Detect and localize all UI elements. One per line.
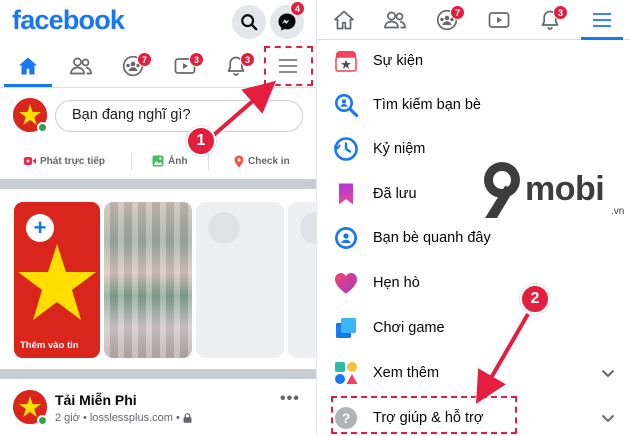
whats-on-your-mind-input[interactable]: Bạn đang nghĩ gì? xyxy=(55,100,303,132)
menu-item-label: Chơi game xyxy=(373,320,445,336)
feed-section-divider xyxy=(0,179,316,189)
watermark-domain: .vn xyxy=(611,206,625,217)
search-button[interactable] xyxy=(232,5,266,39)
post-author-name[interactable]: Tải Miễn Phi xyxy=(55,392,137,408)
post-composer: Bạn đang nghĩ gì? xyxy=(0,88,316,140)
groups-badge: 7 xyxy=(450,5,465,20)
check-in-button[interactable]: Check in xyxy=(234,146,290,176)
tab-groups[interactable]: 7 xyxy=(428,0,466,40)
search-icon xyxy=(241,14,258,31)
feed-post: Tải Miễn Phi 2 giờ • losslessplus.com • … xyxy=(0,382,316,436)
photo-icon xyxy=(152,155,164,167)
messenger-badge: 4 xyxy=(290,1,305,16)
feed-section-divider xyxy=(0,369,316,379)
memories-clock-icon xyxy=(331,134,361,164)
watch-badge: 3 xyxy=(189,52,204,67)
menu-item-events[interactable]: Sự kiện xyxy=(317,39,630,83)
post-source[interactable]: losslessplus.com xyxy=(90,412,173,424)
shapes-icon xyxy=(331,358,361,388)
lock-privacy-icon xyxy=(183,413,192,423)
live-video-label: Phát trực tiếp xyxy=(40,155,106,167)
story-card[interactable] xyxy=(104,202,192,358)
live-video-icon xyxy=(24,157,36,165)
watermark-9-logo-icon xyxy=(484,162,520,218)
story-avatar-placeholder xyxy=(300,212,316,244)
menu-item-label: Kỷ niệm xyxy=(373,141,426,157)
heart-icon xyxy=(331,268,361,298)
check-in-label: Check in xyxy=(248,155,290,167)
active-tab-indicator xyxy=(4,84,52,87)
9mobi-watermark: mobi .vn xyxy=(475,156,630,226)
create-story-card[interactable]: + Thêm vào tin xyxy=(14,202,100,358)
tab-watch[interactable] xyxy=(480,0,518,40)
menu-item-label: Đã lưu xyxy=(373,186,417,202)
story-avatar-placeholder xyxy=(208,212,240,244)
menu-item-label: Sự kiện xyxy=(373,53,424,69)
tab-friends[interactable] xyxy=(61,44,101,88)
chevron-down-icon[interactable] xyxy=(601,414,615,423)
bookmark-icon xyxy=(331,179,361,209)
home-icon xyxy=(334,10,354,30)
story-card-placeholder[interactable] xyxy=(288,202,316,358)
chevron-down-icon[interactable] xyxy=(601,369,615,378)
tab-friends[interactable] xyxy=(376,0,414,40)
facebook-logo[interactable]: facebook xyxy=(12,5,125,36)
nearby-friends-icon xyxy=(331,223,361,253)
menu-item-find-friends[interactable]: Tìm kiếm bạn bè xyxy=(317,83,630,127)
menu-item-see-more[interactable]: Xem thêm xyxy=(317,351,630,395)
gaming-icon xyxy=(331,313,361,343)
help-highlight-box xyxy=(331,396,517,434)
online-status-dot xyxy=(37,122,48,133)
tab-groups[interactable]: 7 xyxy=(113,44,153,88)
menu-item-label: Tìm kiếm bạn bè xyxy=(373,97,481,113)
facebook-menu-panel: 7 3 Sự kiện Tìm kiếm bạn bè Kỷ niệm Đã l… xyxy=(316,0,630,436)
screenshot-composite: facebook 4 7 3 3 Bạn đang nghĩ gì? Phát … xyxy=(0,0,630,436)
notifications-badge: 3 xyxy=(553,5,568,20)
composer-actions: Phát trực tiếp Ảnh Check in xyxy=(0,146,316,176)
menu-tab-bar: 7 3 xyxy=(317,0,630,40)
tab-notifications[interactable]: 3 xyxy=(531,0,569,40)
notifications-badge: 3 xyxy=(240,52,255,67)
watermark-text: mobi xyxy=(525,170,605,208)
tab-watch[interactable]: 3 xyxy=(165,44,205,88)
tab-home[interactable] xyxy=(8,44,48,88)
post-time[interactable]: 2 giờ xyxy=(55,412,80,424)
menu-item-dating[interactable]: Hẹn hò xyxy=(317,261,630,305)
messenger-button[interactable]: 4 xyxy=(270,1,305,39)
calendar-star-icon xyxy=(331,46,361,76)
story-card-placeholder[interactable] xyxy=(196,202,284,358)
location-pin-icon xyxy=(234,155,244,167)
add-story-plus-icon[interactable]: + xyxy=(26,214,54,242)
friends-icon xyxy=(70,57,92,75)
menu-item-label: Xem thêm xyxy=(373,365,440,381)
post-more-options-button[interactable]: ••• xyxy=(280,390,300,408)
groups-badge: 7 xyxy=(137,52,152,67)
photo-button[interactable]: Ảnh xyxy=(152,146,187,176)
find-friends-icon xyxy=(331,90,361,120)
action-divider xyxy=(131,154,132,170)
menu-highlight-box xyxy=(264,46,313,86)
create-story-label: Thêm vào tin xyxy=(20,340,79,351)
facebook-news-feed-panel: facebook 4 7 3 3 Bạn đang nghĩ gì? Phát … xyxy=(0,0,316,436)
menu-item-label: Bạn bè quanh đây xyxy=(373,230,491,246)
step-2-badge: 2 xyxy=(520,284,550,314)
hamburger-menu-icon xyxy=(593,13,611,27)
live-video-button[interactable]: Phát trực tiếp xyxy=(24,146,105,176)
menu-item-gaming[interactable]: Chơi game xyxy=(317,306,630,350)
action-divider xyxy=(208,154,209,170)
tab-home[interactable] xyxy=(325,0,363,40)
step-1-badge: 1 xyxy=(186,126,216,156)
menu-item-label: Hẹn hò xyxy=(373,275,420,291)
home-icon xyxy=(19,57,37,75)
tab-menu[interactable] xyxy=(583,0,621,40)
photo-label: Ảnh xyxy=(168,155,188,167)
tab-notifications[interactable]: 3 xyxy=(216,44,256,88)
watch-icon xyxy=(488,12,510,28)
meta-separator: • xyxy=(82,412,87,424)
meta-separator: • xyxy=(175,412,180,424)
online-status-dot xyxy=(37,415,48,426)
post-meta: 2 giờ • losslessplus.com • xyxy=(55,412,192,424)
friends-icon xyxy=(384,11,406,29)
